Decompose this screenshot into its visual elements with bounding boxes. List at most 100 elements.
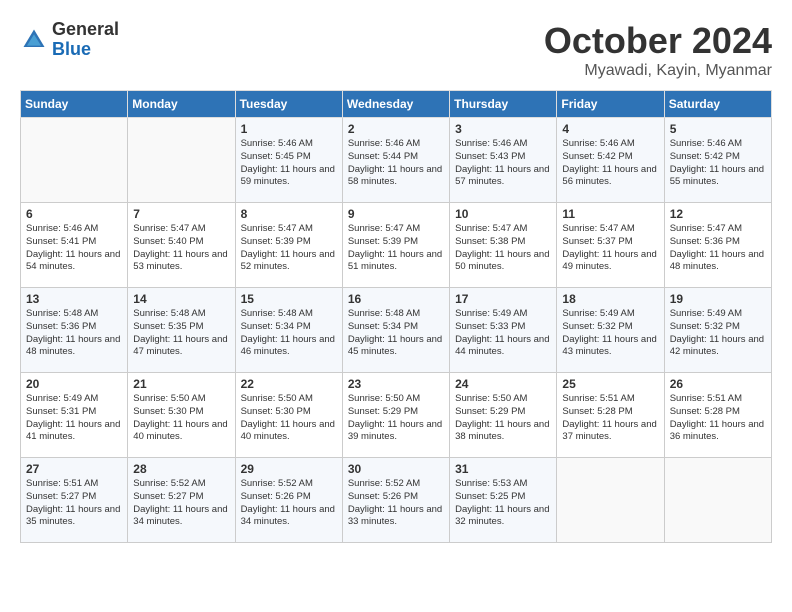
day-info: Sunrise: 5:50 AMSunset: 5:29 PMDaylight:… — [455, 393, 551, 444]
day-number: 28 — [133, 462, 229, 476]
day-info: Sunrise: 5:47 AMSunset: 5:39 PMDaylight:… — [348, 223, 444, 274]
day-info: Sunrise: 5:46 AMSunset: 5:43 PMDaylight:… — [455, 138, 551, 189]
day-info: Sunrise: 5:51 AMSunset: 5:28 PMDaylight:… — [670, 393, 766, 444]
day-info: Sunrise: 5:48 AMSunset: 5:35 PMDaylight:… — [133, 308, 229, 359]
day-number: 30 — [348, 462, 444, 476]
calendar-cell: 1 Sunrise: 5:46 AMSunset: 5:45 PMDayligh… — [235, 118, 342, 203]
calendar-cell — [557, 458, 664, 543]
day-info: Sunrise: 5:50 AMSunset: 5:29 PMDaylight:… — [348, 393, 444, 444]
logo-text: General Blue — [52, 20, 119, 60]
calendar-week-row: 27 Sunrise: 5:51 AMSunset: 5:27 PMDaylig… — [21, 458, 772, 543]
col-sunday: Sunday — [21, 91, 128, 118]
day-info: Sunrise: 5:50 AMSunset: 5:30 PMDaylight:… — [241, 393, 337, 444]
calendar-table: Sunday Monday Tuesday Wednesday Thursday… — [20, 90, 772, 543]
calendar-cell: 24 Sunrise: 5:50 AMSunset: 5:29 PMDaylig… — [450, 373, 557, 458]
page-header: General Blue October 2024 Myawadi, Kayin… — [20, 20, 772, 80]
day-info: Sunrise: 5:47 AMSunset: 5:38 PMDaylight:… — [455, 223, 551, 274]
calendar-cell: 23 Sunrise: 5:50 AMSunset: 5:29 PMDaylig… — [342, 373, 449, 458]
col-monday: Monday — [128, 91, 235, 118]
calendar-cell: 3 Sunrise: 5:46 AMSunset: 5:43 PMDayligh… — [450, 118, 557, 203]
calendar-cell: 22 Sunrise: 5:50 AMSunset: 5:30 PMDaylig… — [235, 373, 342, 458]
day-number: 25 — [562, 377, 658, 391]
calendar-cell: 8 Sunrise: 5:47 AMSunset: 5:39 PMDayligh… — [235, 203, 342, 288]
day-info: Sunrise: 5:49 AMSunset: 5:32 PMDaylight:… — [670, 308, 766, 359]
calendar-cell: 9 Sunrise: 5:47 AMSunset: 5:39 PMDayligh… — [342, 203, 449, 288]
title-block: October 2024 Myawadi, Kayin, Myanmar — [544, 20, 772, 80]
day-number: 22 — [241, 377, 337, 391]
day-number: 15 — [241, 292, 337, 306]
day-number: 1 — [241, 122, 337, 136]
day-number: 23 — [348, 377, 444, 391]
calendar-cell: 7 Sunrise: 5:47 AMSunset: 5:40 PMDayligh… — [128, 203, 235, 288]
calendar-cell: 28 Sunrise: 5:52 AMSunset: 5:27 PMDaylig… — [128, 458, 235, 543]
day-number: 10 — [455, 207, 551, 221]
col-tuesday: Tuesday — [235, 91, 342, 118]
calendar-cell — [128, 118, 235, 203]
day-info: Sunrise: 5:47 AMSunset: 5:40 PMDaylight:… — [133, 223, 229, 274]
col-friday: Friday — [557, 91, 664, 118]
day-number: 2 — [348, 122, 444, 136]
day-number: 26 — [670, 377, 766, 391]
calendar-cell: 13 Sunrise: 5:48 AMSunset: 5:36 PMDaylig… — [21, 288, 128, 373]
day-info: Sunrise: 5:49 AMSunset: 5:32 PMDaylight:… — [562, 308, 658, 359]
location-subtitle: Myawadi, Kayin, Myanmar — [544, 62, 772, 80]
day-info: Sunrise: 5:53 AMSunset: 5:25 PMDaylight:… — [455, 478, 551, 529]
day-info: Sunrise: 5:50 AMSunset: 5:30 PMDaylight:… — [133, 393, 229, 444]
day-number: 18 — [562, 292, 658, 306]
calendar-cell: 15 Sunrise: 5:48 AMSunset: 5:34 PMDaylig… — [235, 288, 342, 373]
day-info: Sunrise: 5:51 AMSunset: 5:27 PMDaylight:… — [26, 478, 122, 529]
day-number: 29 — [241, 462, 337, 476]
calendar-cell: 10 Sunrise: 5:47 AMSunset: 5:38 PMDaylig… — [450, 203, 557, 288]
day-info: Sunrise: 5:48 AMSunset: 5:34 PMDaylight:… — [348, 308, 444, 359]
day-info: Sunrise: 5:49 AMSunset: 5:31 PMDaylight:… — [26, 393, 122, 444]
day-number: 24 — [455, 377, 551, 391]
logo-icon — [20, 26, 48, 54]
logo-blue: Blue — [52, 40, 119, 60]
day-info: Sunrise: 5:48 AMSunset: 5:36 PMDaylight:… — [26, 308, 122, 359]
calendar-cell: 27 Sunrise: 5:51 AMSunset: 5:27 PMDaylig… — [21, 458, 128, 543]
day-number: 31 — [455, 462, 551, 476]
day-number: 16 — [348, 292, 444, 306]
day-info: Sunrise: 5:47 AMSunset: 5:37 PMDaylight:… — [562, 223, 658, 274]
day-number: 5 — [670, 122, 766, 136]
day-number: 4 — [562, 122, 658, 136]
day-number: 13 — [26, 292, 122, 306]
calendar-cell: 18 Sunrise: 5:49 AMSunset: 5:32 PMDaylig… — [557, 288, 664, 373]
calendar-cell: 21 Sunrise: 5:50 AMSunset: 5:30 PMDaylig… — [128, 373, 235, 458]
calendar-week-row: 13 Sunrise: 5:48 AMSunset: 5:36 PMDaylig… — [21, 288, 772, 373]
col-wednesday: Wednesday — [342, 91, 449, 118]
calendar-cell: 20 Sunrise: 5:49 AMSunset: 5:31 PMDaylig… — [21, 373, 128, 458]
calendar-cell: 19 Sunrise: 5:49 AMSunset: 5:32 PMDaylig… — [664, 288, 771, 373]
day-number: 17 — [455, 292, 551, 306]
calendar-cell: 16 Sunrise: 5:48 AMSunset: 5:34 PMDaylig… — [342, 288, 449, 373]
calendar-week-row: 20 Sunrise: 5:49 AMSunset: 5:31 PMDaylig… — [21, 373, 772, 458]
day-number: 19 — [670, 292, 766, 306]
calendar-cell — [664, 458, 771, 543]
col-saturday: Saturday — [664, 91, 771, 118]
calendar-header-row: Sunday Monday Tuesday Wednesday Thursday… — [21, 91, 772, 118]
calendar-cell: 29 Sunrise: 5:52 AMSunset: 5:26 PMDaylig… — [235, 458, 342, 543]
day-info: Sunrise: 5:51 AMSunset: 5:28 PMDaylight:… — [562, 393, 658, 444]
calendar-cell: 2 Sunrise: 5:46 AMSunset: 5:44 PMDayligh… — [342, 118, 449, 203]
day-info: Sunrise: 5:46 AMSunset: 5:42 PMDaylight:… — [670, 138, 766, 189]
day-info: Sunrise: 5:52 AMSunset: 5:26 PMDaylight:… — [348, 478, 444, 529]
day-number: 12 — [670, 207, 766, 221]
day-info: Sunrise: 5:46 AMSunset: 5:44 PMDaylight:… — [348, 138, 444, 189]
calendar-cell: 12 Sunrise: 5:47 AMSunset: 5:36 PMDaylig… — [664, 203, 771, 288]
calendar-week-row: 6 Sunrise: 5:46 AMSunset: 5:41 PMDayligh… — [21, 203, 772, 288]
day-info: Sunrise: 5:46 AMSunset: 5:42 PMDaylight:… — [562, 138, 658, 189]
day-info: Sunrise: 5:46 AMSunset: 5:41 PMDaylight:… — [26, 223, 122, 274]
col-thursday: Thursday — [450, 91, 557, 118]
calendar-cell: 14 Sunrise: 5:48 AMSunset: 5:35 PMDaylig… — [128, 288, 235, 373]
day-info: Sunrise: 5:52 AMSunset: 5:27 PMDaylight:… — [133, 478, 229, 529]
day-info: Sunrise: 5:48 AMSunset: 5:34 PMDaylight:… — [241, 308, 337, 359]
calendar-cell: 5 Sunrise: 5:46 AMSunset: 5:42 PMDayligh… — [664, 118, 771, 203]
day-number: 21 — [133, 377, 229, 391]
day-number: 7 — [133, 207, 229, 221]
calendar-cell: 30 Sunrise: 5:52 AMSunset: 5:26 PMDaylig… — [342, 458, 449, 543]
day-number: 20 — [26, 377, 122, 391]
day-info: Sunrise: 5:49 AMSunset: 5:33 PMDaylight:… — [455, 308, 551, 359]
day-number: 11 — [562, 207, 658, 221]
day-number: 27 — [26, 462, 122, 476]
day-info: Sunrise: 5:46 AMSunset: 5:45 PMDaylight:… — [241, 138, 337, 189]
